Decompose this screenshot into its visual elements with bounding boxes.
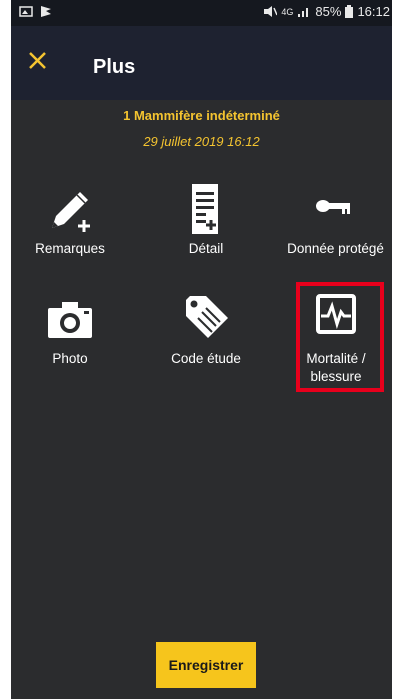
tile-label: Donnée protégé — [287, 241, 384, 256]
close-icon[interactable] — [25, 48, 53, 76]
observation-date: 29 juillet 2019 16:12 — [143, 134, 260, 149]
tile-photo[interactable]: Photo — [11, 290, 135, 368]
mute-icon — [264, 6, 278, 17]
battery-icon — [345, 5, 354, 18]
status-left-icons — [19, 5, 53, 18]
status-right: 4G 85% 16:12 — [263, 4, 390, 19]
tile-code-etude[interactable]: Code étude — [141, 290, 271, 368]
page-title: Plus — [93, 56, 136, 78]
tile-remarques[interactable]: Remarques — [11, 180, 135, 258]
gallery-icon — [19, 6, 33, 17]
status-bar: 4G 85% 16:12 — [11, 0, 392, 26]
document-add-icon — [192, 184, 218, 234]
tile-detail[interactable]: Détail — [141, 180, 271, 258]
tile-donnee-protege[interactable]: Donnée protégé — [273, 180, 392, 258]
battery-level: 85% — [315, 4, 342, 19]
flag-icon — [41, 6, 51, 17]
signal-icon — [298, 8, 309, 17]
app-screen: 4G 85% 16:12 Plus 1 Mammifère indétermin… — [11, 0, 392, 699]
key-icon — [315, 200, 350, 214]
tile-label: Détail — [188, 241, 224, 256]
tile-label: Code étude — [171, 351, 241, 366]
save-button[interactable]: Enregistrer — [156, 642, 256, 688]
observation-subtitle: 1 Mammifère indéterminé — [123, 108, 280, 123]
network-type: 4G — [281, 6, 294, 17]
app-bar: Plus — [11, 26, 392, 100]
pencil-plus-icon — [52, 192, 90, 232]
clock: 16:12 — [357, 4, 390, 19]
tile-label: Photo — [52, 351, 88, 366]
tile-label: Remarques — [35, 241, 105, 256]
tag-icon — [186, 296, 228, 338]
camera-icon — [48, 302, 92, 338]
highlight-box — [296, 282, 384, 392]
